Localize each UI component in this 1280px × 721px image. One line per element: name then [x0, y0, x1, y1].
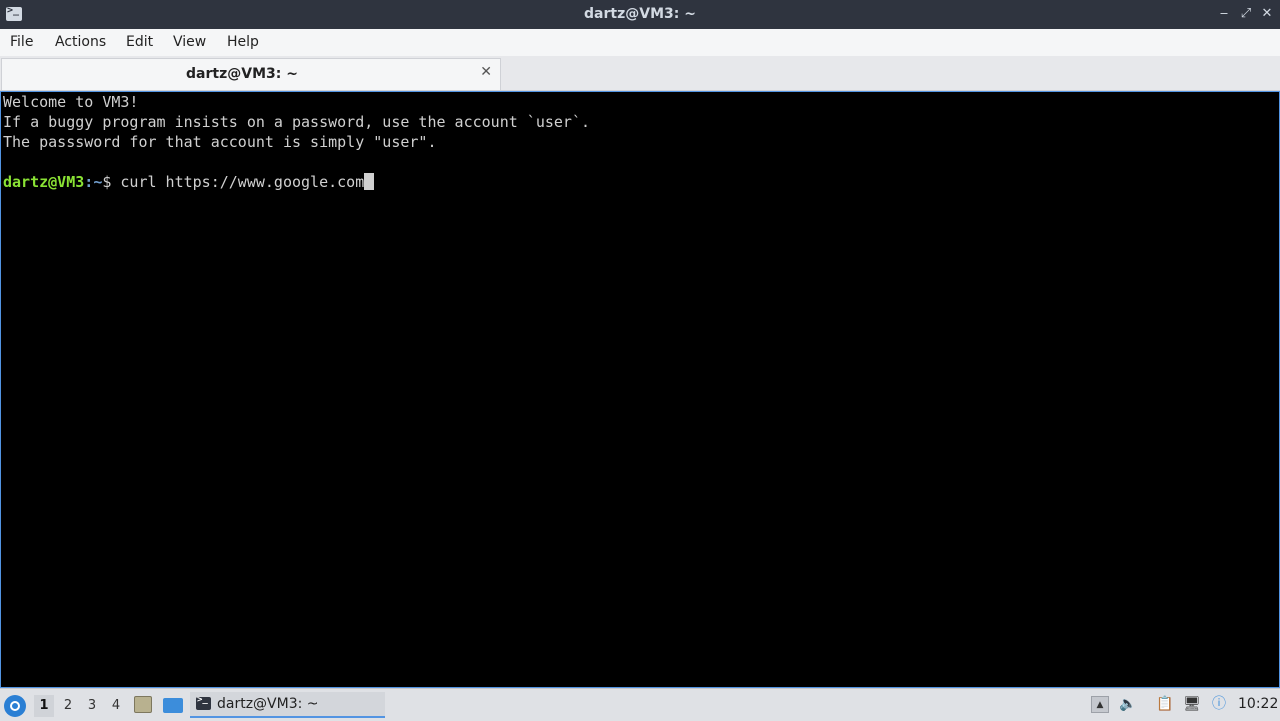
prompt-separator: : [84, 173, 94, 191]
desktop-2[interactable]: 2 [58, 695, 78, 717]
tab-terminal[interactable]: dartz@VM3: ~ ✕ [1, 58, 501, 90]
prompt-symbol: $ [102, 173, 121, 191]
desktop-1[interactable]: 1 [34, 695, 54, 717]
tab-label: dartz@VM3: ~ [186, 66, 298, 82]
menu-edit[interactable]: Edit [126, 34, 153, 50]
desktop-3[interactable]: 3 [82, 695, 102, 717]
minimize-button[interactable]: ‒ [1216, 6, 1232, 22]
tray-expand-icon[interactable]: ▲ [1091, 696, 1109, 713]
menu-actions[interactable]: Actions [55, 34, 106, 50]
start-menu-icon[interactable] [4, 695, 26, 717]
window-titlebar[interactable]: dartz@VM3: ~ ‒ ⤢ ✕ [0, 0, 1280, 29]
menu-view[interactable]: View [173, 34, 206, 50]
terminal-task-icon [196, 695, 211, 710]
update-notifier-icon[interactable]: ⓘ [1210, 696, 1228, 713]
menu-file[interactable]: File [10, 34, 33, 50]
volume-icon[interactable]: 🔈 [1119, 696, 1137, 713]
terminal-line: The passsword for that account is simply… [3, 133, 437, 151]
prompt-path: ~ [93, 173, 103, 191]
tab-bar: dartz@VM3: ~ ✕ [0, 56, 1280, 91]
tab-close-icon[interactable]: ✕ [480, 64, 492, 80]
close-button[interactable]: ✕ [1259, 6, 1275, 22]
prompt-line: dartz@VM3:~$ curl https://www.google.com [3, 172, 375, 192]
file-manager-icon[interactable] [134, 696, 152, 713]
task-label: dartz@VM3: ~ [217, 696, 319, 712]
show-desktop-icon[interactable] [163, 698, 183, 713]
desktop-4[interactable]: 4 [106, 695, 126, 717]
command-input[interactable]: curl https://www.google.com [120, 173, 364, 191]
menu-help[interactable]: Help [227, 34, 259, 50]
text-cursor [364, 173, 375, 190]
menu-bar: File Actions Edit View Help [0, 29, 1280, 56]
terminal-area[interactable]: Welcome to VM3! If a buggy program insis… [0, 91, 1280, 688]
clock[interactable]: 10:22 [1238, 696, 1278, 712]
taskbar: 1 2 3 4 dartz@VM3: ~ ▲ 🔈 📋 🖥 ⓘ 10:22 [0, 688, 1280, 721]
clipboard-icon[interactable]: 📋 [1156, 696, 1174, 713]
taskbar-task-terminal[interactable]: dartz@VM3: ~ [190, 692, 385, 718]
window-title: dartz@VM3: ~ [584, 6, 696, 22]
terminal-line: If a buggy program insists on a password… [3, 113, 590, 131]
prompt-user: dartz@VM3 [3, 173, 85, 191]
network-icon[interactable]: 🖥 [1183, 696, 1201, 713]
terminal-line: Welcome to VM3! [3, 93, 139, 111]
maximize-button[interactable]: ⤢ [1238, 6, 1254, 22]
